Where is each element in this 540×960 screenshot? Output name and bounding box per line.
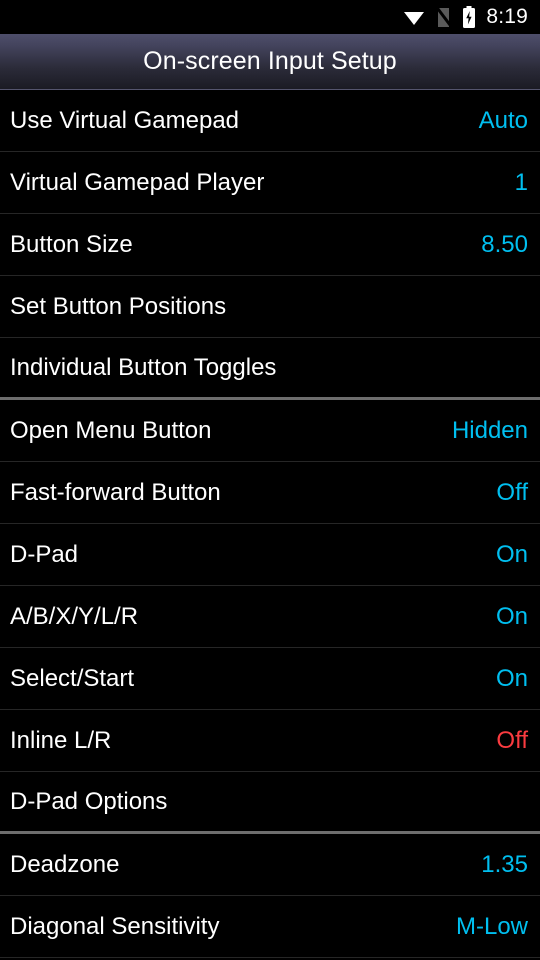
settings-row-value: Off <box>496 726 528 754</box>
settings-row-value: Off <box>496 478 528 506</box>
settings-row-value: Hidden <box>451 416 528 444</box>
settings-row[interactable]: D-Pad Options <box>0 772 540 834</box>
status-bar-clock: 8:19 <box>486 5 528 28</box>
settings-row-value: 1 <box>514 168 528 196</box>
status-bar: 8:19 <box>0 0 540 34</box>
no-sim-icon <box>435 6 453 28</box>
settings-row-value: M-Low <box>455 912 528 940</box>
settings-row-value: On <box>495 540 528 568</box>
settings-row[interactable]: D-Pad On <box>0 524 540 586</box>
settings-row[interactable]: Button Size 8.50 <box>0 214 540 276</box>
settings-row-label: Open Menu Button <box>10 416 212 444</box>
settings-row[interactable]: Fast-forward Button Off <box>0 462 540 524</box>
settings-row-label: Button Size <box>10 230 133 258</box>
settings-row[interactable]: Use Virtual Gamepad Auto <box>0 90 540 152</box>
settings-row-value: On <box>495 664 528 692</box>
settings-row-label: Diagonal Sensitivity <box>10 912 220 940</box>
wifi-icon <box>403 8 425 26</box>
settings-row[interactable]: Diagonal Sensitivity M-Low <box>0 896 540 958</box>
settings-row[interactable]: Select/Start On <box>0 648 540 710</box>
settings-row[interactable]: Inline L/R Off <box>0 710 540 772</box>
settings-row-value: Auto <box>478 106 528 134</box>
title-bar: On-screen Input Setup <box>0 34 540 90</box>
settings-row-value: On <box>495 602 528 630</box>
settings-row-value: 1.35 <box>481 850 528 878</box>
settings-row-label: Individual Button Toggles <box>10 353 277 381</box>
settings-row-label: A/B/X/Y/L/R <box>10 602 139 630</box>
battery-charging-icon <box>462 5 476 29</box>
settings-row-label: Deadzone <box>10 850 120 878</box>
settings-row-label: Inline L/R <box>10 726 112 754</box>
settings-row[interactable]: Set Button Positions <box>0 276 540 338</box>
settings-row-label: Use Virtual Gamepad <box>10 106 240 134</box>
settings-row-label: Select/Start <box>10 664 135 692</box>
settings-row[interactable]: Open Menu Button Hidden <box>0 400 540 462</box>
settings-row[interactable]: Deadzone 1.35 <box>0 834 540 896</box>
settings-row-label: D-Pad Options <box>10 787 168 815</box>
page-title: On-screen Input Setup <box>143 47 397 75</box>
app-screen: 8:19 On-screen Input Setup Use Virtual G… <box>0 0 540 960</box>
settings-row-label: Set Button Positions <box>10 292 227 320</box>
settings-row-label: Fast-forward Button <box>10 478 221 506</box>
settings-row-value: 8.50 <box>481 230 528 258</box>
settings-row[interactable]: Individual Button Toggles <box>0 338 540 400</box>
settings-row-label: Virtual Gamepad Player <box>10 168 265 196</box>
settings-row[interactable]: A/B/X/Y/L/R On <box>0 586 540 648</box>
settings-list: Use Virtual Gamepad Auto Virtual Gamepad P… <box>0 90 540 958</box>
settings-row[interactable]: Virtual Gamepad Player 1 <box>0 152 540 214</box>
settings-row-label: D-Pad <box>10 540 79 568</box>
